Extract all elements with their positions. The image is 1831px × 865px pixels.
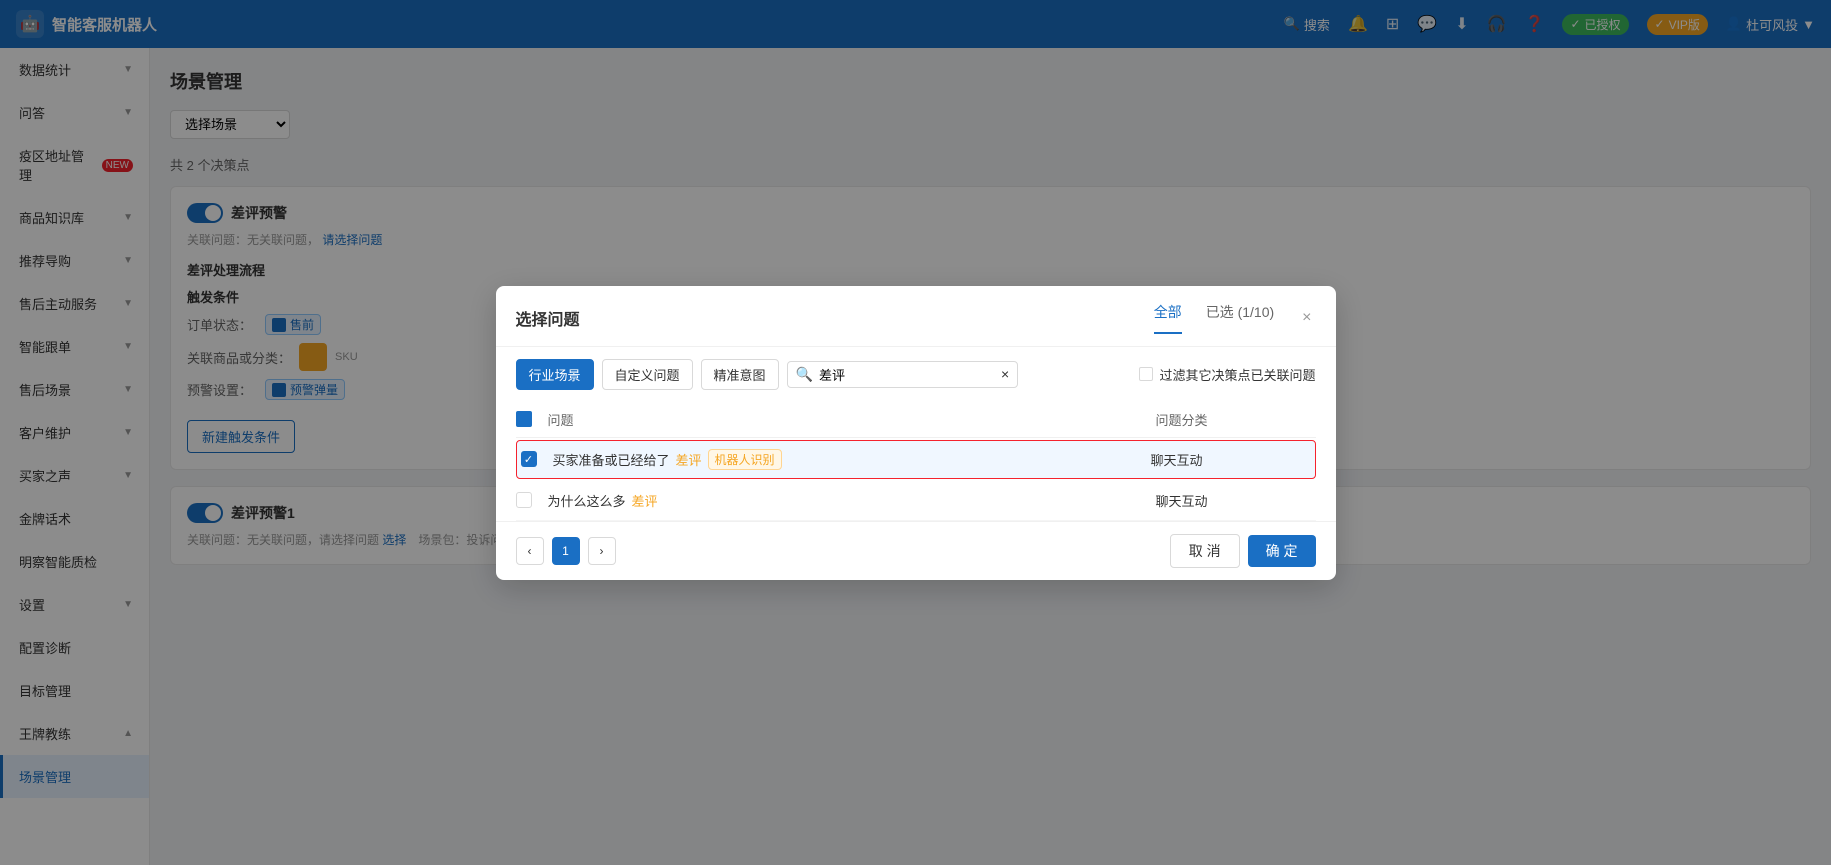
question-highlight-2: 差评 <box>632 491 658 510</box>
search-input[interactable] <box>819 367 995 382</box>
filter-row: 过滤其它决策点已关联问题 <box>1139 365 1315 384</box>
row-check-1: ✓ <box>521 451 553 467</box>
search-input-wrap: 🔍 × <box>787 361 1019 388</box>
table-question-header: 问题 <box>548 410 1156 429</box>
filter-checkbox[interactable] <box>1139 367 1153 381</box>
filter-label: 过滤其它决策点已关联问题 <box>1159 365 1315 384</box>
tab-all[interactable]: 全部 <box>1154 302 1182 334</box>
question-col-2: 为什么这么多 差评 <box>548 491 1156 510</box>
table-category-header: 问题分类 <box>1156 410 1316 429</box>
row-check-2 <box>516 492 548 508</box>
table-row[interactable]: 为什么这么多 差评 聊天互动 <box>516 481 1316 521</box>
question-highlight-1: 差评 <box>676 450 702 469</box>
prev-page-button[interactable]: ‹ <box>516 537 544 565</box>
modal-top-tabs: 全部 已选 (1/10) <box>1154 302 1274 334</box>
select-all-checkbox[interactable] <box>516 411 532 427</box>
question-text-prefix-1: 买家准备或已经给了 <box>553 450 670 469</box>
checkbox-checked-1[interactable]: ✓ <box>521 451 537 467</box>
category-col-2: 聊天互动 <box>1156 491 1316 510</box>
industry-scene-tab[interactable]: 行业场景 <box>516 359 594 390</box>
confirm-button[interactable]: 确 定 <box>1248 535 1316 567</box>
table-row[interactable]: ✓ 买家准备或已经给了 差评 机器人识别 聊天互动 <box>516 440 1316 479</box>
modal-title: 选择问题 <box>516 306 580 330</box>
table-check-header <box>516 411 548 427</box>
question-text-prefix-2: 为什么这么多 <box>548 491 626 510</box>
current-page-button[interactable]: 1 <box>552 537 580 565</box>
cancel-button[interactable]: 取 消 <box>1170 534 1240 568</box>
table-header: 问题 问题分类 <box>516 402 1316 438</box>
category-col-1: 聊天互动 <box>1151 450 1311 469</box>
search-icon: 🔍 <box>796 366 813 383</box>
search-clear-icon[interactable]: × <box>1001 366 1009 382</box>
next-page-button[interactable]: › <box>588 537 616 565</box>
modal-header-top: 选择问题 全部 已选 (1/10) × <box>516 302 1316 334</box>
tab-selected[interactable]: 已选 (1/10) <box>1206 302 1274 334</box>
modal-table: 问题 问题分类 ✓ 买家准备或已经给了 差评 机器人识别 聊天互动 <box>496 402 1336 521</box>
modal-close-button[interactable]: × <box>1298 305 1315 331</box>
modal-header: 选择问题 全部 已选 (1/10) × <box>496 286 1336 347</box>
question-col-1: 买家准备或已经给了 差评 机器人识别 <box>553 449 1151 470</box>
checkbox-unchecked-2[interactable] <box>516 492 532 508</box>
precise-intent-tab[interactable]: 精准意图 <box>701 359 779 390</box>
modal-overlay: 选择问题 全部 已选 (1/10) × 行业场景 自定义问题 精准意图 🔍 × <box>0 0 1831 865</box>
custom-question-tab[interactable]: 自定义问题 <box>602 359 693 390</box>
modal-toolbar: 行业场景 自定义问题 精准意图 🔍 × 过滤其它决策点已关联问题 <box>496 347 1336 402</box>
machine-tag-1: 机器人识别 <box>708 449 782 470</box>
modal-pagination: ‹ 1 › 取 消 确 定 <box>496 521 1336 580</box>
select-question-modal: 选择问题 全部 已选 (1/10) × 行业场景 自定义问题 精准意图 🔍 × <box>496 286 1336 580</box>
